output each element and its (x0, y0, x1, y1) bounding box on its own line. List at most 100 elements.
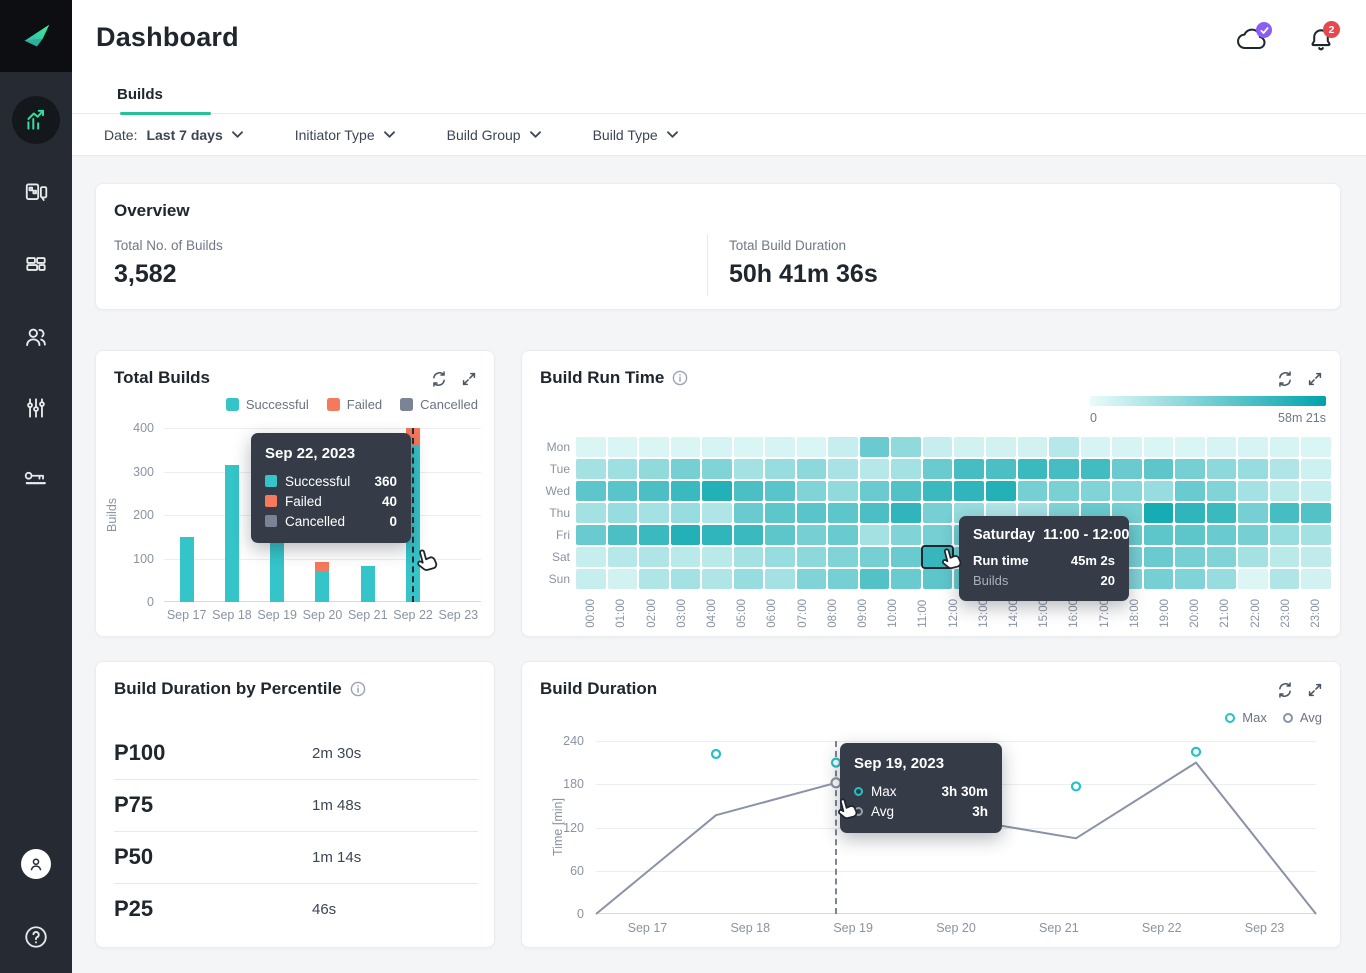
heatmap-cell[interactable] (1270, 569, 1300, 589)
heatmap-cell[interactable] (1049, 459, 1079, 479)
heatmap-cell[interactable] (797, 547, 827, 567)
heatmap-cell[interactable] (1207, 525, 1237, 545)
sidebar-item-licenses[interactable] (0, 455, 72, 503)
cloud-status-button[interactable] (1236, 26, 1270, 57)
heatmap-cell[interactable] (797, 525, 827, 545)
heatmap-cell[interactable] (1238, 525, 1268, 545)
refresh-button[interactable] (1276, 681, 1294, 699)
heatmap-cell[interactable] (1144, 503, 1174, 523)
heatmap-grid[interactable] (576, 437, 1331, 589)
heatmap-cell[interactable] (734, 525, 764, 545)
heatmap-cell[interactable] (639, 503, 669, 523)
heatmap-cell[interactable] (1144, 459, 1174, 479)
sidebar-item-users[interactable] (0, 313, 72, 361)
heatmap-cell[interactable] (1081, 481, 1111, 501)
heatmap-cell[interactable] (1081, 437, 1111, 457)
help-button[interactable] (0, 913, 72, 961)
heatmap-cell[interactable] (702, 437, 732, 457)
heatmap-cell[interactable] (923, 569, 953, 589)
heatmap-cell[interactable] (1270, 437, 1300, 457)
heatmap-cell[interactable] (923, 503, 953, 523)
refresh-button[interactable] (1276, 370, 1294, 388)
heatmap-cell[interactable] (702, 459, 732, 479)
heatmap-cell[interactable] (923, 437, 953, 457)
heatmap-cell[interactable] (1112, 481, 1142, 501)
heatmap-cell[interactable] (828, 459, 858, 479)
heatmap-cell[interactable] (765, 459, 795, 479)
heatmap-cell[interactable] (765, 503, 795, 523)
heatmap-cell[interactable] (608, 525, 638, 545)
legend-failed[interactable]: Failed (327, 397, 382, 412)
tab-builds[interactable]: Builds (96, 74, 184, 114)
heatmap-cell[interactable] (828, 437, 858, 457)
heatmap-cell[interactable] (1175, 437, 1205, 457)
heatmap-cell[interactable] (828, 525, 858, 545)
heatmap-cell[interactable] (702, 547, 732, 567)
heatmap-cell[interactable] (891, 503, 921, 523)
heatmap-cell[interactable] (1207, 459, 1237, 479)
sidebar-item-build-groups[interactable] (0, 240, 72, 288)
heatmap-cell[interactable] (639, 459, 669, 479)
heatmap-cell[interactable] (671, 503, 701, 523)
heatmap-cell[interactable] (639, 547, 669, 567)
heatmap-cell[interactable] (576, 459, 606, 479)
heatmap-cell[interactable] (1081, 459, 1111, 479)
heatmap-cell[interactable] (1018, 481, 1048, 501)
heatmap-cell[interactable] (954, 437, 984, 457)
heatmap-cell[interactable] (608, 481, 638, 501)
heatmap-cell[interactable] (734, 459, 764, 479)
heatmap-cell[interactable] (1301, 569, 1331, 589)
heatmap-cell[interactable] (860, 459, 890, 479)
heatmap-cell[interactable] (1112, 437, 1142, 457)
heatmap-cell[interactable] (576, 437, 606, 457)
heatmap-cell[interactable] (1301, 547, 1331, 567)
heatmap-cell[interactable] (671, 569, 701, 589)
heatmap-cell[interactable] (1238, 503, 1268, 523)
bar-sep-17[interactable] (180, 537, 194, 602)
info-icon[interactable] (672, 370, 688, 386)
heatmap-cell[interactable] (639, 437, 669, 457)
heatmap-cell[interactable] (702, 481, 732, 501)
heatmap-cell[interactable] (576, 547, 606, 567)
heatmap-cell[interactable] (1175, 459, 1205, 479)
heatmap-cell[interactable] (734, 503, 764, 523)
heatmap-cell[interactable] (1238, 481, 1268, 501)
heatmap-cell[interactable] (954, 459, 984, 479)
heatmap-cell[interactable] (1301, 459, 1331, 479)
heatmap-cell[interactable] (1238, 459, 1268, 479)
heatmap-cell[interactable] (828, 547, 858, 567)
expand-button[interactable] (1306, 681, 1324, 699)
heatmap-cell[interactable] (639, 525, 669, 545)
heatmap-cell[interactable] (765, 437, 795, 457)
heatmap-cell[interactable] (734, 569, 764, 589)
heatmap-cell[interactable] (891, 437, 921, 457)
heatmap-cell[interactable] (860, 547, 890, 567)
heatmap-cell[interactable] (797, 437, 827, 457)
heatmap-cell[interactable] (828, 569, 858, 589)
max-point[interactable] (1072, 782, 1080, 790)
heatmap-cell[interactable] (576, 525, 606, 545)
heatmap-cell[interactable] (923, 459, 953, 479)
heatmap-cell[interactable] (860, 503, 890, 523)
heatmap-cell[interactable] (576, 503, 606, 523)
heatmap-cell[interactable] (1049, 481, 1079, 501)
legend-cancelled[interactable]: Cancelled (400, 397, 478, 412)
heatmap-cell[interactable] (1207, 503, 1237, 523)
heatmap-cell[interactable] (671, 525, 701, 545)
heatmap-cell[interactable] (828, 481, 858, 501)
heatmap-cell[interactable] (1018, 459, 1048, 479)
heatmap-cell[interactable] (1238, 437, 1268, 457)
heatmap-cell[interactable] (1144, 481, 1174, 501)
heatmap-cell[interactable] (1270, 503, 1300, 523)
heatmap-cell[interactable] (734, 437, 764, 457)
heatmap-cell[interactable] (860, 437, 890, 457)
heatmap-cell[interactable] (1270, 547, 1300, 567)
heatmap-cell[interactable] (1207, 569, 1237, 589)
heatmap-cell[interactable] (608, 437, 638, 457)
heatmap-cell[interactable] (1175, 481, 1205, 501)
heatmap-cell[interactable] (765, 569, 795, 589)
expand-button[interactable] (460, 370, 478, 388)
heatmap-cell[interactable] (797, 459, 827, 479)
heatmap-cell[interactable] (891, 569, 921, 589)
sidebar-item-settings[interactable] (0, 384, 72, 432)
